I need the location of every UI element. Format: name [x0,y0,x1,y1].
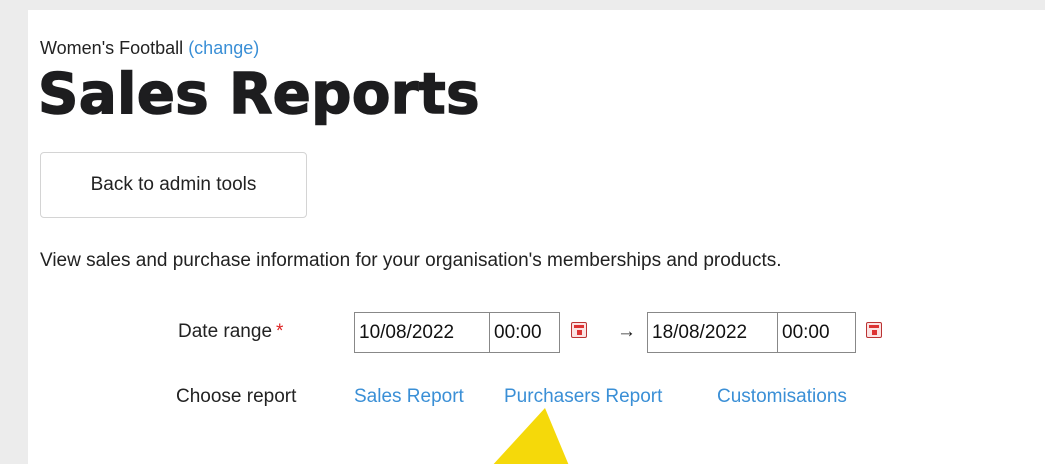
end-calendar-icon[interactable] [866,322,882,338]
page-title: Sales Reports [37,61,481,128]
end-time-input[interactable] [777,312,856,353]
intro-text: View sales and purchase information for … [40,250,782,271]
required-marker: * [276,321,284,342]
date-range-label-text: Date range [178,321,273,342]
organisation-line: Women's Football (change) [40,38,259,59]
organisation-name: Women's Football [40,38,184,58]
start-time-input[interactable] [489,312,560,353]
date-range-label: Date range * [178,321,283,343]
change-organisation-link[interactable]: (change) [188,38,259,58]
range-arrow: → [617,321,636,342]
annotation-arrow-shape [493,408,569,464]
customisations-link[interactable]: Customisations [717,386,847,408]
sales-report-link[interactable]: Sales Report [354,386,464,408]
start-calendar-icon[interactable] [571,322,587,338]
annotation-arrow-icon [493,408,569,464]
start-date-input[interactable] [354,312,490,353]
choose-report-label: Choose report [176,386,297,407]
back-to-admin-tools-button[interactable]: Back to admin tools [40,152,307,218]
purchasers-report-link[interactable]: Purchasers Report [504,386,662,408]
end-date-input[interactable] [647,312,778,353]
